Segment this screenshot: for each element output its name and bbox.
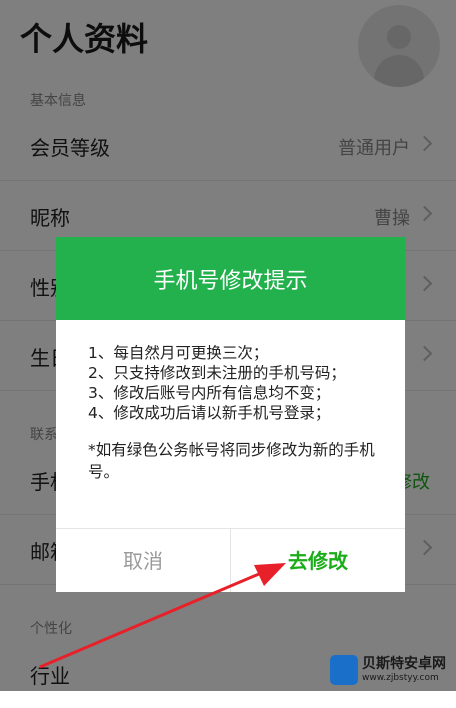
arrow-head <box>254 563 286 586</box>
red-arrow-annotation <box>39 563 286 669</box>
arrow-shaft <box>39 569 267 669</box>
site-watermark: 贝斯特安卓网 www.zjbstyy.com <box>326 651 456 691</box>
watermark-name: 贝斯特安卓网 <box>362 656 446 672</box>
site-logo-icon <box>330 655 358 685</box>
watermark-url: www.zjbstyy.com <box>362 673 439 683</box>
